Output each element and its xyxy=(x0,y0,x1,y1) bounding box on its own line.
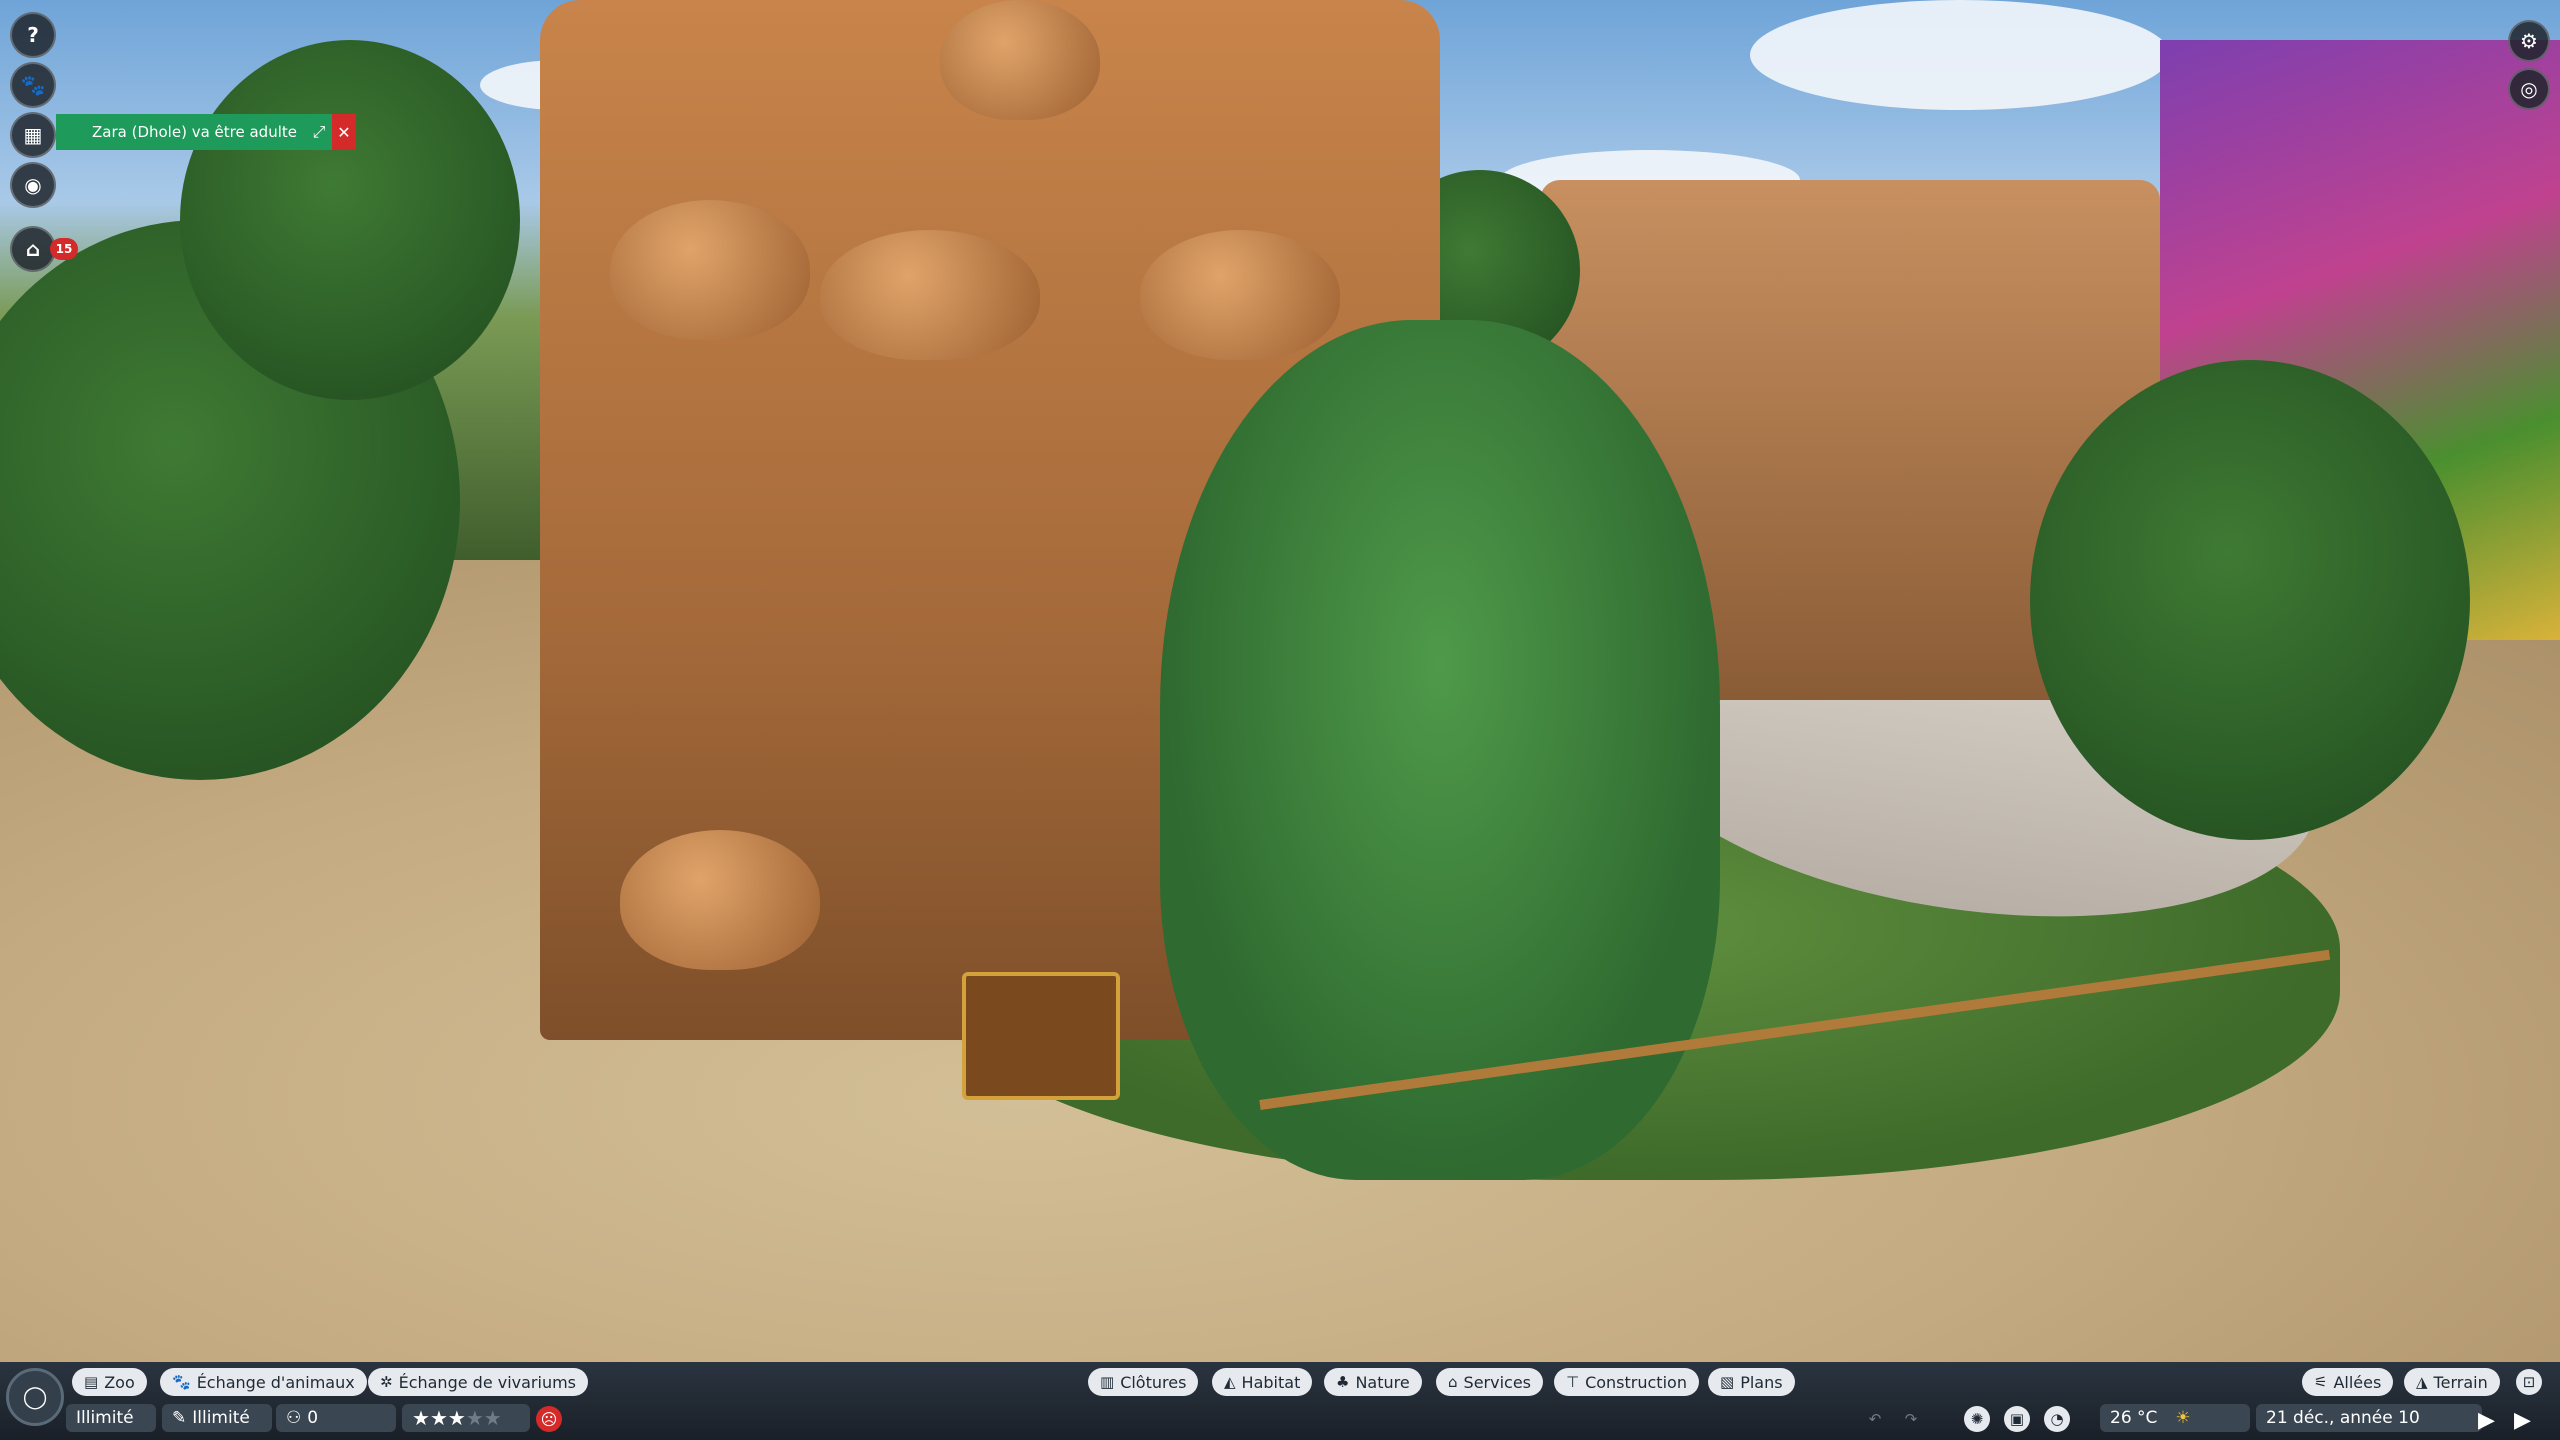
research-icon: ✎ xyxy=(172,1408,187,1428)
zoo-icon: ▤ xyxy=(84,1373,99,1391)
tab-habitat[interactable]: ◭ Habitat xyxy=(1212,1368,1313,1396)
gear-icon: ⚙ xyxy=(2520,29,2538,53)
path-icon: ⚟ xyxy=(2314,1373,2328,1391)
rating-star-icon: ★ xyxy=(465,1406,484,1430)
photo-icon: ◔ xyxy=(2050,1410,2064,1428)
play-icon: ▶ xyxy=(2478,1408,2495,1433)
staff-count-badge: 15 xyxy=(50,238,78,260)
sun-icon: ☀ xyxy=(2175,1408,2191,1428)
heatmap-icon: ✺ xyxy=(1970,1410,1984,1428)
heatmap-button[interactable]: ✺ xyxy=(1964,1406,1990,1432)
rating-star-icon: ★ xyxy=(429,1406,448,1430)
camera-icon: ◎ xyxy=(2520,77,2538,101)
fast-forward-button[interactable]: ▶ xyxy=(2514,1408,2531,1433)
animals-button[interactable]: 🐾 xyxy=(10,62,56,108)
camera-mode-button[interactable]: ▣ xyxy=(2004,1406,2030,1432)
paw-icon: 🐾 xyxy=(172,1373,191,1391)
photo-mode-button[interactable]: ◔ xyxy=(2044,1406,2070,1432)
game-viewport[interactable] xyxy=(0,0,2560,1440)
date-display: 21 déc., année 10 xyxy=(2256,1404,2482,1432)
blueprint-icon: ▧ xyxy=(1720,1373,1735,1391)
habitat-info-sign[interactable] xyxy=(962,972,1120,1100)
visibility-button[interactable]: ◉ xyxy=(10,162,56,208)
undo-icon: ↶ xyxy=(1868,1410,1882,1428)
notification-text: Zara (Dhole) va être adulte xyxy=(92,123,297,141)
money-display[interactable]: Illimité xyxy=(66,1404,156,1432)
tree xyxy=(2030,360,2470,840)
research-display[interactable]: ✎ Illimité xyxy=(162,1404,272,1432)
tab-plans[interactable]: ▧ Plans xyxy=(1708,1368,1795,1396)
rating-star-icon: ★ xyxy=(447,1406,466,1430)
undo-button[interactable]: ↶ xyxy=(1862,1406,1888,1432)
close-notification-button[interactable]: ✕ xyxy=(332,114,356,150)
fast-forward-icon: ▶ xyxy=(2514,1408,2531,1433)
guest-happiness-icon[interactable]: ☹ xyxy=(536,1406,562,1432)
tab-paths[interactable]: ⚟ Allées xyxy=(2302,1368,2394,1396)
help-button[interactable]: ? xyxy=(10,12,56,58)
palace-dome xyxy=(620,830,820,970)
close-icon: ✕ xyxy=(337,122,351,142)
terrain-icon: ◮ xyxy=(2416,1373,2428,1391)
rating-star-icon: ★ xyxy=(483,1406,502,1430)
shop-icon: ⌂ xyxy=(1448,1373,1458,1391)
palace-dome xyxy=(610,200,810,340)
open-external-icon[interactable]: ⤢ xyxy=(306,122,332,142)
tab-fences[interactable]: ▥ Clôtures xyxy=(1088,1368,1199,1396)
tab-vivarium-exchange[interactable]: ✲ Échange de vivariums xyxy=(368,1368,589,1396)
arch-icon: ⌂ xyxy=(25,237,41,261)
settings-button[interactable]: ⚙ xyxy=(2508,20,2550,62)
expand-toolbar-button[interactable]: ⊡ xyxy=(2516,1369,2542,1395)
rating-star-icon: ★ xyxy=(412,1406,430,1430)
tab-construction[interactable]: ⊤ Construction xyxy=(1554,1368,1699,1396)
cloud xyxy=(1750,0,2170,110)
redo-button[interactable]: ↷ xyxy=(1898,1406,1924,1432)
menu-hub-icon: ◯ xyxy=(22,1384,48,1410)
tab-nature[interactable]: ♣ Nature xyxy=(1324,1368,1422,1396)
palace-dome xyxy=(820,230,1040,360)
guests-icon: ⚇ xyxy=(286,1408,302,1428)
camera-button[interactable]: ◎ xyxy=(2508,68,2550,110)
tab-services[interactable]: ⌂ Services xyxy=(1436,1368,1543,1396)
zoo-rating[interactable]: ★ ★ ★ ★ ★ xyxy=(402,1404,530,1432)
notification-banner[interactable]: Zara (Dhole) va être adulte ⤢ ✕ xyxy=(56,114,356,150)
redo-icon: ↷ xyxy=(1904,1410,1918,1428)
guest-count-display[interactable]: ⚇ 0 xyxy=(276,1404,396,1432)
play-speed-button[interactable]: ▶ xyxy=(2478,1408,2495,1433)
palace-dome xyxy=(940,0,1100,120)
tab-zoo[interactable]: ▤ Zoo xyxy=(72,1368,147,1396)
gear-icon: ✲ xyxy=(380,1373,393,1391)
palace-dome xyxy=(1140,230,1340,360)
help-icon: ? xyxy=(27,23,39,47)
expand-icon: ⊡ xyxy=(2522,1373,2536,1391)
build-icon: ⊤ xyxy=(1566,1373,1580,1391)
tab-animal-exchange[interactable]: 🐾 Échange d'animaux xyxy=(160,1368,367,1396)
paw-icon: 🐾 xyxy=(20,73,46,97)
tree-icon: ♣ xyxy=(1336,1373,1350,1391)
weather-display: 26 °C ☀ xyxy=(2100,1404,2250,1432)
habitat-icon: ◭ xyxy=(1224,1373,1236,1391)
tab-terrain[interactable]: ◮ Terrain xyxy=(2404,1368,2500,1396)
calendar-icon: ▦ xyxy=(23,123,43,147)
tree xyxy=(180,40,520,400)
fence-icon: ▥ xyxy=(1100,1373,1115,1391)
camera-icon: ▣ xyxy=(2009,1410,2025,1428)
main-menu-button[interactable]: ◯ xyxy=(6,1368,64,1426)
eye-icon: ◉ xyxy=(24,173,42,197)
calendar-button[interactable]: ▦ xyxy=(10,112,56,158)
